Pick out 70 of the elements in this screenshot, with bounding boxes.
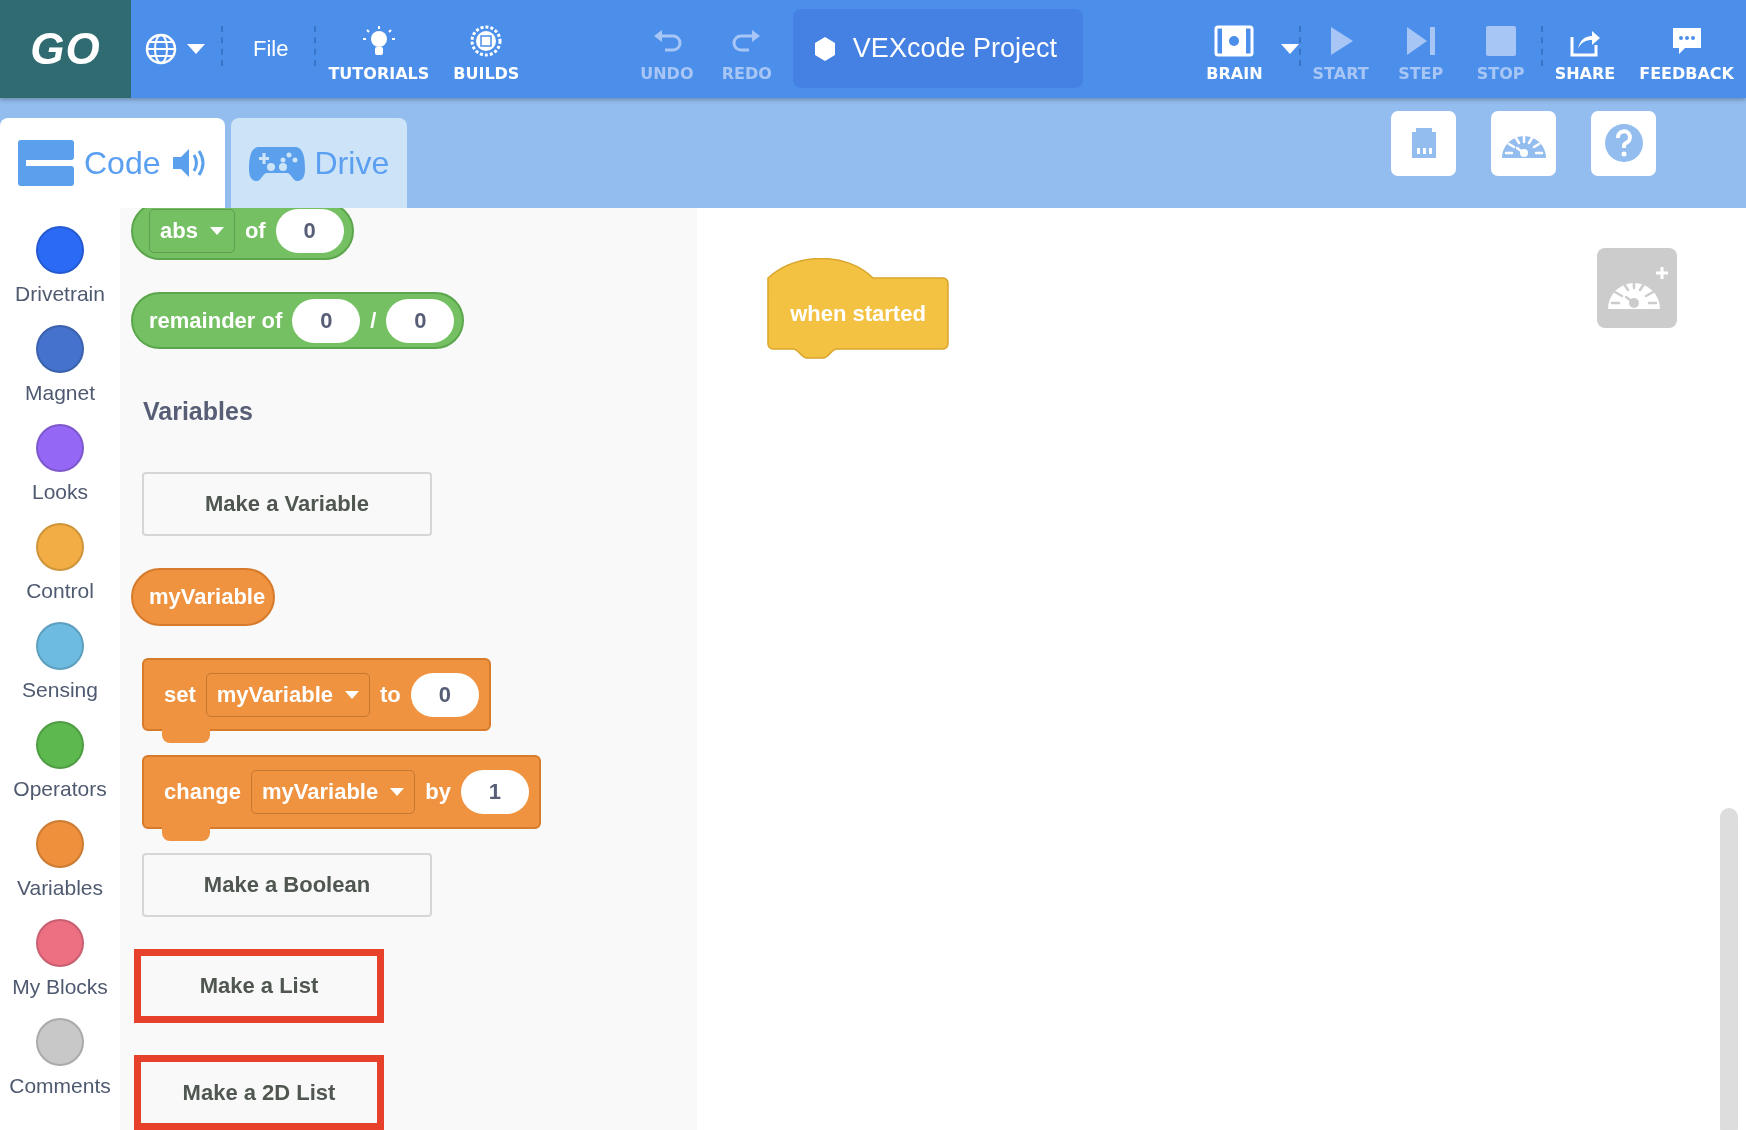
category-item[interactable]: My Blocks	[12, 919, 108, 1018]
reporter-block[interactable]: remainder of 0 / 0	[131, 291, 465, 350]
globe-icon	[145, 33, 177, 65]
block-text: change	[164, 779, 242, 806]
caret-icon	[187, 44, 205, 54]
block-text: myVariable	[149, 583, 266, 610]
project-title: VEXcode Project	[852, 33, 1057, 64]
lightbulb-icon	[361, 23, 396, 58]
number-input[interactable]: 0	[386, 298, 455, 343]
category-item[interactable]: Comments	[9, 1018, 111, 1117]
caret-icon	[345, 690, 359, 699]
palette-button[interactable]: Make a Boolean	[142, 853, 432, 917]
category-label: Variables	[17, 876, 103, 900]
number-input[interactable]: 0	[292, 298, 361, 343]
category-label: Sensing	[22, 678, 98, 702]
code-blocks-icon	[18, 140, 74, 186]
add-dashboard-button[interactable]	[1597, 248, 1677, 328]
app-logo: GO	[0, 0, 131, 98]
category-item[interactable]: Looks	[31, 424, 88, 523]
palette-button[interactable]: Make a 2D List	[134, 1055, 384, 1130]
block-text: set	[164, 681, 196, 708]
reporter-block[interactable]: abs of 0	[131, 208, 354, 260]
help-button[interactable]	[1591, 110, 1656, 176]
category-label: Control	[26, 579, 94, 603]
ports-button[interactable]	[1391, 110, 1456, 176]
category-item[interactable]: Sensing	[22, 622, 98, 721]
help-icon	[1603, 123, 1644, 163]
hat-block[interactable]	[767, 258, 949, 360]
category-item[interactable]: Operators	[13, 721, 107, 820]
category-label: My Blocks	[12, 975, 108, 999]
block-text: remainder of	[149, 307, 283, 334]
category-label: Looks	[31, 480, 88, 504]
block-text: /	[370, 307, 377, 334]
caret-icon	[390, 788, 405, 797]
category-item[interactable]: Magnet	[24, 325, 95, 424]
palette-button[interactable]: Make a Variable	[142, 472, 432, 537]
section-heading: Variables	[143, 397, 253, 427]
dropdown-value: abs	[160, 217, 198, 244]
block-text: of	[244, 217, 266, 244]
tutorials-button[interactable]: TUTORIALS	[316, 0, 442, 98]
number-input[interactable]: 0	[275, 208, 344, 253]
file-menu[interactable]: File	[223, 0, 315, 98]
category-label: Comments	[9, 1074, 111, 1098]
category-item[interactable]: Control	[26, 523, 94, 622]
share-button[interactable]: SHARE	[1542, 0, 1628, 98]
project-title-field[interactable]: VEXcode Project	[792, 9, 1083, 88]
palette-button[interactable]: Make a List	[134, 948, 384, 1024]
block-text: to	[380, 681, 401, 708]
category-item[interactable]: Drivetrain	[15, 226, 105, 325]
stop-icon	[1484, 23, 1517, 58]
number-input[interactable]: 0	[410, 672, 479, 717]
brain-button[interactable]: BRAIN	[1194, 15, 1275, 83]
device-icon	[1214, 23, 1255, 58]
gear-icon	[470, 23, 503, 58]
dropdown-value: myVariable	[216, 681, 333, 708]
number-input[interactable]: 1	[460, 770, 529, 815]
caret-icon	[1280, 44, 1299, 54]
block-text: by	[425, 779, 451, 806]
builds-button[interactable]: BUILDS	[441, 0, 532, 98]
dashboard-button[interactable]	[1491, 110, 1556, 176]
block-text: when started	[790, 301, 926, 327]
scrollbar[interactable]	[1720, 808, 1738, 1130]
dropdown-value: myVariable	[262, 779, 379, 806]
feedback-button[interactable]: FEEDBACK	[1627, 0, 1746, 98]
category-item[interactable]: Variables	[17, 820, 103, 919]
category-label: Operators	[13, 777, 107, 801]
hexagon-icon	[812, 35, 837, 62]
category-label: Drivetrain	[15, 282, 105, 306]
caret-icon	[209, 226, 224, 235]
category-label: Magnet	[24, 381, 95, 405]
